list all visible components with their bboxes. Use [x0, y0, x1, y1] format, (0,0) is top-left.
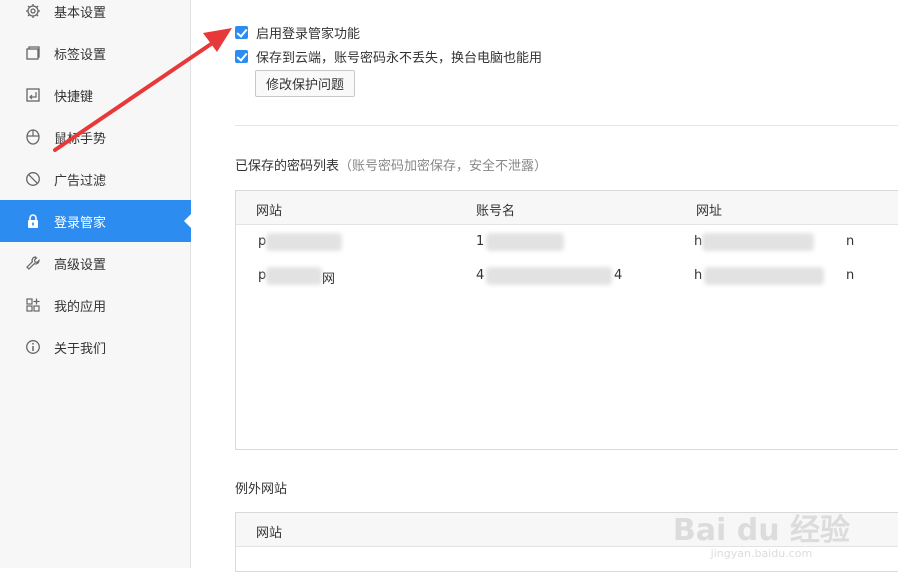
sidebar-item-advanced-settings[interactable]: 高级设置	[0, 242, 191, 284]
table-row[interactable]: p 1 h n	[236, 225, 898, 259]
site-cell-end: 网	[322, 272, 336, 287]
wrench-icon	[24, 254, 42, 272]
sidebar-item-label: 登录管家	[54, 215, 107, 231]
save-to-cloud-label: 保存到云端，账号密码永不丢失，换台电脑也能用	[256, 51, 543, 66]
redacted-account	[486, 233, 564, 251]
sidebar-item-label: 高级设置	[54, 257, 107, 273]
sidebar-item-login-manager[interactable]: 登录管家	[0, 200, 192, 242]
sidebar-item-label: 基本设置	[54, 5, 107, 21]
url-cell-end: n	[846, 234, 855, 249]
checkbox-checked-icon[interactable]	[235, 26, 248, 39]
baidu-jingyan-watermark: Bai du 经验 jingyan.baidu.com	[673, 505, 850, 560]
tabs-icon	[24, 44, 42, 62]
sidebar-item-mouse-gestures[interactable]: 鼠标手势	[0, 116, 191, 158]
password-list-title: 已保存的密码列表（账号密码加密保存，安全不泄露）	[235, 155, 547, 174]
save-to-cloud-checkbox[interactable]: 保存到云端，账号密码永不丢失，换台电脑也能用	[235, 47, 542, 66]
column-header-site: 网站	[256, 204, 283, 219]
enable-login-manager-label: 启用登录管家功能	[256, 27, 361, 42]
redacted-site	[266, 267, 322, 285]
account-cell-end: 4	[614, 268, 623, 283]
lock-icon	[24, 212, 42, 230]
url-cell-end: n	[846, 268, 855, 283]
info-icon	[24, 338, 42, 356]
sidebar-item-label: 快捷键	[54, 89, 94, 105]
url-cell: h	[694, 268, 703, 283]
sidebar-item-label: 标签设置	[54, 47, 107, 63]
sidebar-item-label: 关于我们	[54, 341, 107, 357]
account-cell: 4	[476, 268, 485, 283]
saved-password-table: 网站 账号名 网址 p 1 h n p 网 4 4 h n	[235, 190, 898, 450]
column-header-account: 账号名	[476, 204, 516, 219]
section-divider	[235, 125, 898, 126]
exception-sites-title: 例外网站	[235, 482, 288, 497]
redacted-url	[702, 233, 814, 251]
login-manager-panel: 启用登录管家功能 保存到云端，账号密码永不丢失，换台电脑也能用 修改保护问题 已…	[191, 0, 898, 572]
sidebar-item-my-apps[interactable]: 我的应用	[0, 284, 191, 326]
redacted-site	[266, 233, 342, 251]
column-header-url: 网址	[696, 204, 723, 219]
account-cell: 1	[476, 234, 485, 249]
password-list-heading: 已保存的密码列表	[235, 159, 340, 174]
keyboard-icon	[24, 86, 42, 104]
sidebar-item-shortcuts[interactable]: 快捷键	[0, 74, 191, 116]
sidebar-item-basic-settings[interactable]: 基本设置	[0, 0, 191, 32]
settings-sidebar: 基本设置 标签设置 快捷键 鼠标手势 广告过滤 登录管家 高级设置 我的应用 关…	[0, 0, 192, 568]
sidebar-item-label: 广告过滤	[54, 173, 107, 189]
modify-security-question-button[interactable]: 修改保护问题	[255, 70, 356, 97]
watermark-brand: Bai du 经验	[672, 513, 850, 548]
password-list-hint: （账号密码加密保存，安全不泄露）	[339, 159, 548, 174]
mouse-icon	[24, 128, 42, 146]
gear-icon	[24, 2, 42, 20]
apps-icon	[24, 296, 42, 314]
sidebar-item-label: 鼠标手势	[54, 131, 107, 147]
url-cell: h	[694, 234, 703, 249]
redacted-url	[704, 267, 824, 285]
sidebar-item-label: 我的应用	[54, 299, 107, 315]
table-header: 网站 账号名 网址	[236, 191, 898, 225]
checkbox-checked-icon[interactable]	[235, 50, 248, 63]
sidebar-item-ad-filter[interactable]: 广告过滤	[0, 158, 191, 200]
redacted-account	[486, 267, 612, 285]
column-header-site: 网站	[256, 526, 283, 541]
enable-login-manager-checkbox[interactable]: 启用登录管家功能	[235, 23, 360, 42]
sidebar-item-tab-settings[interactable]: 标签设置	[0, 32, 191, 74]
sidebar-item-about-us[interactable]: 关于我们	[0, 326, 191, 368]
table-row[interactable]: p 网 4 4 h n	[236, 259, 898, 293]
block-icon	[24, 170, 42, 188]
